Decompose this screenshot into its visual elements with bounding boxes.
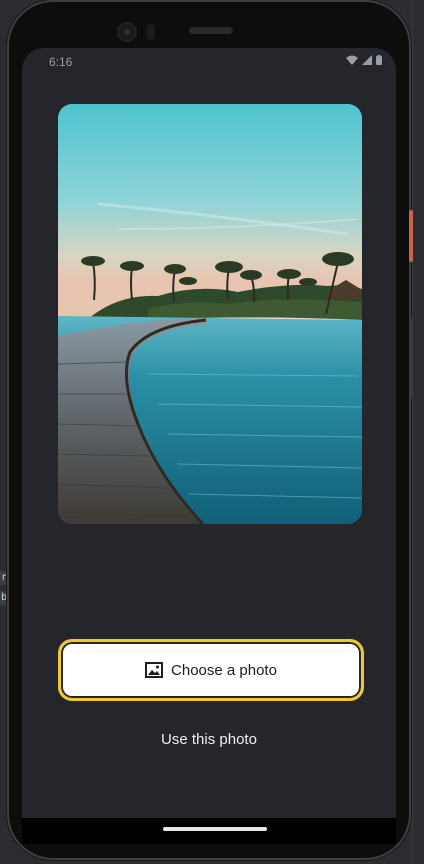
beach-boardwalk-photo <box>58 104 362 524</box>
editor-right-panel <box>412 0 424 864</box>
earpiece-speaker <box>189 27 233 34</box>
choose-photo-button[interactable]: Choose a photo <box>58 639 364 701</box>
phone-screen: 6:16 Choose a photo Use this photo <box>22 48 396 818</box>
proximity-sensor <box>147 24 155 40</box>
image-icon <box>145 662 164 678</box>
choose-photo-label: Choose a photo <box>171 661 277 679</box>
status-icons <box>346 55 382 65</box>
navigation-bar <box>22 818 396 844</box>
cellular-icon <box>362 55 372 65</box>
status-bar: 6:16 <box>22 48 396 74</box>
battery-icon <box>376 55 382 65</box>
home-gesture-pill[interactable] <box>163 827 267 831</box>
status-time: 6:16 <box>49 55 73 69</box>
phone-device-frame: 6:16 Choose a photo Use this photo <box>7 0 411 860</box>
wifi-icon <box>346 55 358 65</box>
front-camera <box>119 24 135 40</box>
selected-photo <box>58 104 362 524</box>
volume-button[interactable] <box>409 318 413 398</box>
use-photo-button[interactable]: Use this photo <box>109 724 309 754</box>
power-button[interactable] <box>409 210 413 262</box>
